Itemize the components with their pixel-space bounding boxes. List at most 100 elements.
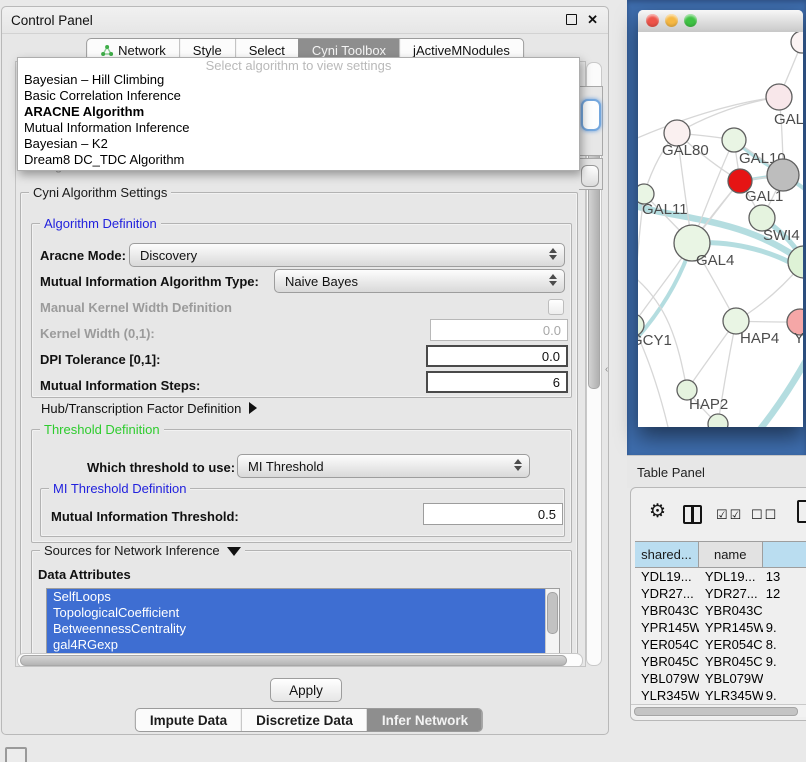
graph-node[interactable] — [791, 32, 803, 53]
cyni-algorithm-settings-group: Cyni Algorithm Settings Algorithm Defini… — [20, 192, 578, 667]
minimized-panel-icon[interactable] — [5, 747, 27, 762]
group-title: MI Threshold Definition — [49, 481, 190, 496]
table-row[interactable]: YBR043C YBR043C — [635, 602, 806, 619]
new-table-icon[interactable] — [797, 500, 806, 523]
settings-hscrollbar[interactable] — [17, 653, 583, 667]
occluded-button[interactable] — [581, 165, 599, 187]
columns-icon[interactable] — [683, 505, 702, 524]
hub-definition-toggle[interactable]: Hub/Transcription Factor Definition — [41, 401, 257, 416]
algorithm-definition-group: Algorithm Definition Aracne Mode: Discov… — [31, 223, 572, 398]
scrollbar-thumb[interactable] — [547, 592, 558, 634]
data-attributes-label: Data Attributes — [38, 567, 131, 582]
table-row[interactable]: YBL079W YBL079W — [635, 670, 806, 687]
which-threshold-select[interactable]: MI Threshold — [237, 454, 530, 478]
table-panel-window: ⚙ ☑☑ ☐☐ shared... name YDL19... YDL19...… — [630, 487, 806, 721]
algorithm-option[interactable]: Bayesian – K2 — [18, 136, 579, 152]
mi-threshold-group: MI Threshold Definition Mutual Informati… — [40, 488, 565, 537]
data-attribute-option[interactable]: TopologicalCoefficient — [47, 605, 559, 621]
cell-shared-name: YPR145W — [635, 620, 699, 635]
algorithm-option[interactable]: ARACNE Algorithm — [18, 104, 579, 120]
cell-shared-name: YLR345W — [635, 688, 699, 703]
table-row[interactable]: YPR145W YPR145W 9. — [635, 619, 806, 636]
tab-impute-data[interactable]: Impute Data — [136, 709, 241, 731]
node-label: GAL11 — [642, 201, 688, 218]
attributes-scrollbar[interactable] — [545, 589, 559, 659]
occluded-focused-button[interactable] — [581, 99, 601, 131]
cell-value: 9. — [763, 688, 806, 703]
dropdown-options: Bayesian – Hill Climbing Basic Correlati… — [18, 72, 579, 168]
sources-toggle[interactable]: Sources for Network Inference — [40, 543, 245, 558]
collapse-down-icon — [227, 547, 241, 556]
mi-algorithm-type-select[interactable]: Naive Bayes — [274, 269, 565, 293]
node-label: Y — [794, 330, 803, 347]
kernel-width-field[interactable]: 0.0 — [430, 319, 568, 341]
tab-label: Cyni Toolbox — [312, 43, 386, 58]
close-panel-icon[interactable]: ✕ — [587, 13, 598, 26]
table-row[interactable]: YDL19... YDL19... 13 — [635, 568, 806, 585]
table-hscrollbar[interactable] — [631, 704, 806, 717]
aracne-mode-label: Aracne Mode: — [40, 248, 126, 263]
tab-discretize-data[interactable]: Discretize Data — [241, 709, 367, 731]
node-label: GAL80 — [662, 142, 709, 159]
graph-node[interactable] — [767, 159, 799, 191]
graph-node[interactable] — [708, 414, 728, 427]
dpi-tolerance-label: DPI Tolerance [0,1]: — [40, 352, 160, 367]
select-all-checkboxes-icon[interactable]: ☑☑ — [716, 507, 743, 523]
algorithm-option[interactable]: Bayesian – Hill Climbing — [18, 72, 579, 88]
aracne-mode-select[interactable]: Discovery — [129, 243, 565, 267]
scrollbar-thumb[interactable] — [634, 707, 798, 716]
data-attribute-option[interactable]: SelfLoops — [47, 589, 559, 605]
which-threshold-label: Which threshold to use: — [87, 460, 235, 475]
graph-node[interactable] — [766, 84, 792, 110]
group-title: Algorithm Definition — [40, 216, 161, 231]
aracne-mode-value: Discovery — [140, 248, 197, 263]
control-panel-titlebar[interactable]: Control Panel ✕ — [2, 7, 608, 34]
tab-infer-network[interactable]: Infer Network — [367, 709, 482, 731]
scrollbar-thumb[interactable] — [20, 655, 567, 666]
column-header-name[interactable]: name — [699, 542, 763, 567]
manual-kernel-width-checkbox[interactable] — [548, 299, 564, 315]
node-label: HAP2 — [689, 396, 728, 413]
dpi-tolerance-value: 0.0 — [542, 349, 560, 364]
dpi-tolerance-field[interactable]: 0.0 — [426, 345, 568, 367]
gear-icon[interactable]: ⚙ — [649, 502, 666, 522]
tab-label: Style — [193, 43, 222, 58]
cell-name: YLR345W — [699, 688, 763, 703]
window-close-icon[interactable] — [646, 14, 659, 27]
algorithm-option[interactable]: Mutual Information Inference — [18, 120, 579, 136]
cell-value: 9. — [763, 620, 806, 635]
deselect-all-checkboxes-icon[interactable]: ☐☐ — [751, 507, 778, 523]
float-panel-icon[interactable] — [566, 14, 577, 25]
cell-name: YER054C — [699, 637, 763, 652]
data-attribute-option[interactable]: BetweennessCentrality — [47, 621, 559, 637]
window-minimize-icon[interactable] — [665, 14, 678, 27]
mi-threshold-field[interactable]: 0.5 — [423, 503, 563, 525]
data-attributes-list[interactable]: SelfLoops TopologicalCoefficient Between… — [46, 588, 560, 660]
table-row[interactable]: YBR045C YBR045C 9. — [635, 653, 806, 670]
combo-arrows-icon — [549, 274, 557, 286]
column-header-shared-name[interactable]: shared... — [635, 542, 699, 567]
network-canvas[interactable]: GALGAL80GAL10GAL1GAL11SWI4GAL4GCY1HAP4YH… — [638, 32, 803, 427]
combo-arrows-icon — [514, 459, 522, 471]
splitter-collapse-icon[interactable]: ‹ — [605, 364, 608, 375]
algorithm-option[interactable]: Basic Correlation Inference — [18, 88, 579, 104]
mi-steps-value: 6 — [553, 375, 560, 390]
data-attribute-option[interactable]: gal4RGexp — [47, 637, 559, 653]
table-row[interactable]: YDR27... YDR27... 12 — [635, 585, 806, 602]
screenshot-root: Control Panel ✕ Network Style Select Cyn… — [0, 0, 806, 762]
cell-name: YDL19... — [699, 569, 763, 584]
network-window-titlebar[interactable] — [638, 10, 803, 33]
column-header-clipped[interactable] — [763, 542, 806, 567]
graph-node[interactable] — [722, 128, 746, 152]
cell-name: YBR045C — [699, 654, 763, 669]
window-zoom-icon[interactable] — [684, 14, 697, 27]
algorithm-option[interactable]: Dream8 DC_TDC Algorithm — [18, 152, 579, 168]
table-row[interactable]: YER054C YER054C 8. — [635, 636, 806, 653]
apply-button[interactable]: Apply — [270, 678, 342, 702]
group-title: Cyni Algorithm Settings — [29, 185, 171, 200]
sources-title: Sources for Network Inference — [44, 543, 220, 558]
mi-steps-field[interactable]: 6 — [426, 371, 568, 393]
cell-name: YBR043C — [699, 603, 763, 618]
mi-threshold-label: Mutual Information Threshold: — [51, 509, 239, 524]
table-row[interactable]: YLR345W YLR345W 9. — [635, 687, 806, 704]
